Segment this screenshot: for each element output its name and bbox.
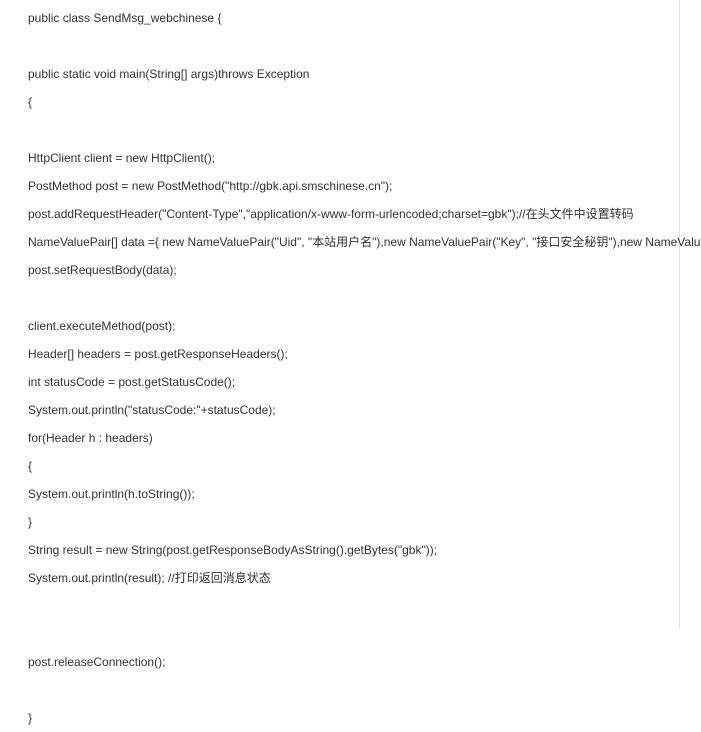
- code-line: NameValuePair[] data ={ new NameValuePai…: [28, 228, 679, 256]
- code-line: }: [28, 508, 679, 536]
- code-line: {: [28, 88, 679, 116]
- code-line: Header[] headers = post.getResponseHeade…: [28, 340, 679, 368]
- code-line: public class SendMsg_webchinese {: [28, 4, 679, 32]
- code-line: HttpClient client = new HttpClient();: [28, 144, 679, 172]
- empty-line: [28, 592, 679, 620]
- code-container: public class SendMsg_webchinese { public…: [0, 0, 680, 628]
- code-line: post.releaseConnection();: [28, 648, 679, 676]
- code-line: System.out.println(result); //打印返回消息状态: [28, 564, 679, 592]
- empty-line: [28, 284, 679, 312]
- empty-line: [28, 32, 679, 60]
- code-line: for(Header h : headers): [28, 424, 679, 452]
- code-line: post.setRequestBody(data);: [28, 256, 679, 284]
- empty-line: [28, 620, 679, 648]
- empty-line: [28, 116, 679, 144]
- code-line: }: [28, 704, 679, 732]
- code-line: public static void main(String[] args)th…: [28, 60, 679, 88]
- code-line: System.out.println("statusCode:"+statusC…: [28, 396, 679, 424]
- code-line: String result = new String(post.getRespo…: [28, 536, 679, 564]
- code-line: post.addRequestHeader("Content-Type","ap…: [28, 200, 679, 228]
- code-line: PostMethod post = new PostMethod("http:/…: [28, 172, 679, 200]
- code-line: System.out.println(h.toString());: [28, 480, 679, 508]
- code-line: int statusCode = post.getStatusCode();: [28, 368, 679, 396]
- code-line: {: [28, 452, 679, 480]
- empty-line: [28, 676, 679, 704]
- code-line: client.executeMethod(post);: [28, 312, 679, 340]
